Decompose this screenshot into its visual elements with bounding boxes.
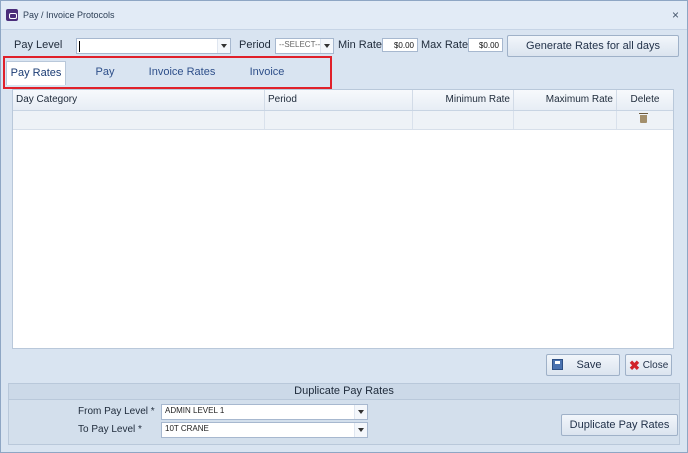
pay-invoice-protocols-window: Pay / Invoice Protocols × Pay Level Peri…: [0, 0, 688, 453]
pay-level-label: Pay Level: [14, 39, 63, 51]
tab-pay-allowances[interactable]: Pay Allowances: [67, 61, 143, 100]
save-button[interactable]: Save: [546, 354, 620, 376]
text-caret: [79, 41, 80, 52]
cell-day-category[interactable]: [13, 111, 265, 129]
from-pay-level-label: From Pay Level *: [78, 406, 155, 417]
max-rate-input[interactable]: $0.00: [468, 38, 503, 52]
column-header-period[interactable]: Period: [265, 90, 413, 110]
cell-maximum-rate[interactable]: [514, 111, 617, 129]
generate-rates-button[interactable]: Generate Rates for all days: [507, 35, 679, 57]
column-header-minimum-rate[interactable]: Minimum Rate: [413, 90, 514, 110]
from-pay-level-select[interactable]: ADMIN LEVEL 1: [161, 404, 368, 420]
duplicate-panel-header: Duplicate Pay Rates: [9, 384, 679, 400]
tab-invoice-allowances[interactable]: Invoice Allowances: [221, 61, 313, 100]
min-rate-input[interactable]: $0.00: [382, 38, 418, 52]
duplicate-pay-rates-panel: Duplicate Pay Rates From Pay Level * ADM…: [8, 383, 680, 445]
period-label: Period: [239, 39, 271, 51]
chevron-down-icon[interactable]: [354, 423, 367, 437]
tab-invoice-rates[interactable]: Invoice Rates: [148, 61, 216, 83]
close-window-icon[interactable]: ×: [672, 8, 679, 22]
chevron-down-icon[interactable]: [217, 39, 230, 53]
min-rate-label: Min Rate: [338, 39, 383, 51]
column-header-day-category[interactable]: Day Category: [13, 90, 265, 110]
pay-rates-grid: Day Category Period Minimum Rate Maximum…: [12, 89, 674, 349]
pay-level-select[interactable]: [76, 38, 231, 54]
to-pay-level-label: To Pay Level *: [78, 424, 142, 435]
chevron-down-icon[interactable]: [320, 39, 333, 53]
cell-minimum-rate[interactable]: [413, 111, 514, 129]
close-icon: ✖: [629, 358, 640, 373]
table-row[interactable]: [13, 111, 673, 130]
column-header-delete[interactable]: Delete: [617, 90, 673, 110]
grid-header: Day Category Period Minimum Rate Maximum…: [13, 90, 673, 111]
cell-period[interactable]: [265, 111, 413, 129]
window-title: Pay / Invoice Protocols: [23, 10, 115, 20]
close-button[interactable]: ✖ Close: [625, 354, 672, 376]
period-select[interactable]: --SELECT--: [275, 38, 334, 54]
app-icon: [6, 9, 18, 21]
trash-icon[interactable]: [639, 113, 648, 123]
save-button-label: Save: [576, 359, 602, 371]
chevron-down-icon[interactable]: [354, 405, 367, 419]
to-pay-level-value: 10T CRANE: [165, 424, 209, 433]
column-header-maximum-rate[interactable]: Maximum Rate: [514, 90, 617, 110]
title-bar: Pay / Invoice Protocols ×: [1, 1, 687, 30]
max-rate-label: Max Rate: [421, 39, 469, 51]
to-pay-level-select[interactable]: 10T CRANE: [161, 422, 368, 438]
close-button-label: Close: [642, 360, 669, 371]
tab-pay-rates[interactable]: Pay Rates: [6, 61, 66, 85]
from-pay-level-value: ADMIN LEVEL 1: [165, 406, 225, 415]
save-icon: [552, 359, 563, 370]
period-value: --SELECT--: [279, 40, 321, 49]
duplicate-pay-rates-button[interactable]: Duplicate Pay Rates: [561, 414, 678, 436]
